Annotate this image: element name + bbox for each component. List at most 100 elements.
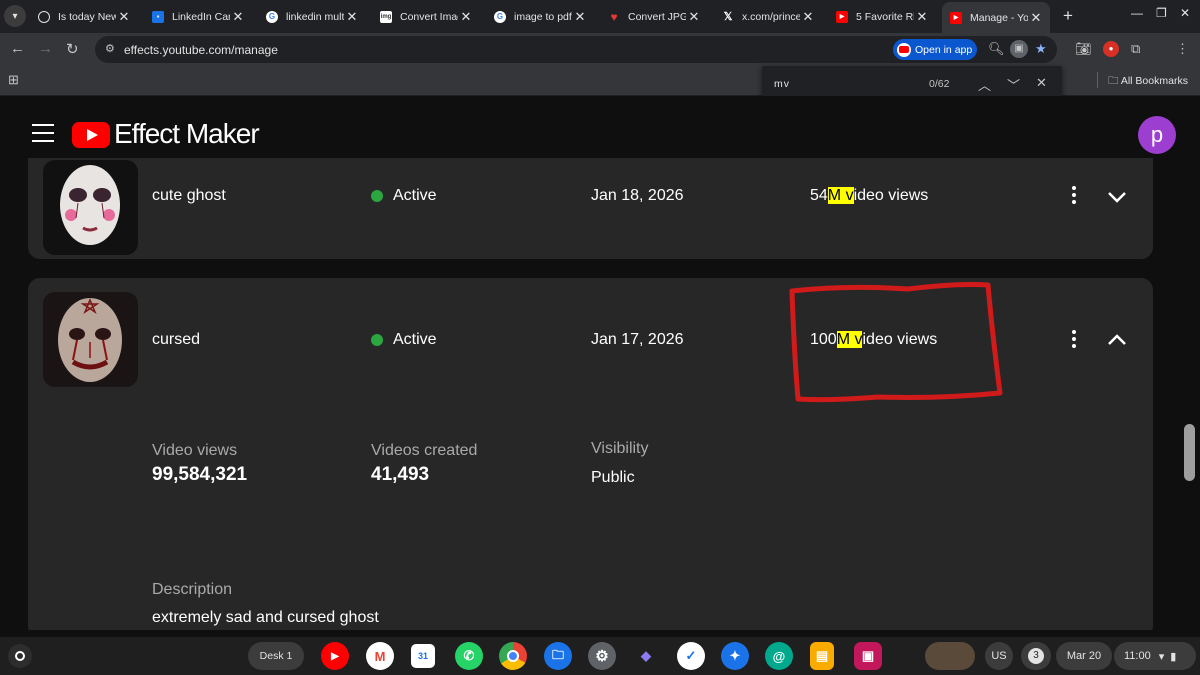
open-in-app-button[interactable]: Open in app [893, 39, 977, 60]
videos-created-label: Videos created [371, 442, 478, 459]
close-tab-icon[interactable]: ✕ [230, 9, 246, 25]
clipboard-check-icon[interactable]: ✓ [677, 642, 705, 670]
page-action-icon[interactable]: ▣ [1010, 40, 1028, 58]
tab[interactable]: ▶ 5 Favorite Rh ✕ [828, 4, 936, 29]
effect-row[interactable]: cute ghost Active Jan 18, 2026 54M video… [28, 158, 1153, 259]
tab[interactable]: ♥ Convert JPG ✕ [600, 4, 708, 29]
effect-name[interactable]: cute ghost [152, 187, 226, 205]
visibility-value: Public [591, 469, 635, 486]
google-icon: G [266, 10, 278, 23]
zoom-icon[interactable]: 🔍︎ [988, 41, 1005, 57]
time-tray[interactable]: 11:00 ▾ ▮ [1114, 642, 1196, 670]
chatgpt-icon [38, 10, 50, 23]
more-options-icon[interactable] [1068, 186, 1080, 206]
effect-date: Jan 18, 2026 [591, 187, 684, 204]
chevron-up-icon[interactable] [1106, 329, 1128, 351]
reload-icon[interactable]: ↻ [66, 40, 79, 58]
description-value: extremely sad and cursed ghost [152, 609, 379, 626]
browser-toolbar: ← → ↻ ⚙ effects.youtube.com/manage Open … [0, 33, 1200, 66]
page-scrollbar[interactable] [1184, 424, 1195, 481]
all-bookmarks-link[interactable]: 🗀︎ All Bookmarks [1108, 73, 1188, 91]
tab[interactable]: ▪ LinkedIn Carou ✕ [144, 4, 252, 29]
chevron-down-icon[interactable] [1106, 186, 1128, 208]
tab[interactable]: 𝕏 x.com/prince ✕ [714, 4, 822, 29]
tab-search-icon[interactable]: ▾ [4, 5, 26, 27]
files-icon[interactable]: 🗀︎ [544, 642, 572, 670]
effect-name[interactable]: cursed [152, 331, 200, 349]
copilot-icon[interactable]: @ [765, 642, 793, 670]
close-tab-icon[interactable]: ✕ [344, 9, 360, 25]
find-highlight: M v [836, 331, 863, 348]
tray-thumbnail[interactable] [925, 642, 975, 670]
calendar-icon[interactable]: 31 [411, 644, 435, 668]
linkedin-carousel-icon: ▪ [152, 10, 164, 23]
sheets-icon[interactable]: ▤ [810, 642, 834, 670]
avatar[interactable]: p [1138, 116, 1176, 154]
desk-button[interactable]: Desk 1 [248, 642, 304, 670]
tab[interactable]: Is today New ✕ [30, 4, 138, 29]
description-label: Description [152, 581, 233, 598]
whatsapp-icon[interactable]: ✆ [455, 642, 483, 670]
active-dot-icon [371, 334, 383, 346]
close-tab-icon[interactable]: ✕ [116, 9, 132, 25]
effect-date: Jan 17, 2026 [591, 331, 684, 348]
back-icon[interactable]: ← [10, 40, 25, 57]
youtube-icon: ▶ [836, 10, 848, 23]
chrome-icon[interactable] [499, 642, 527, 670]
find-next-icon[interactable]: ﹀ [1007, 75, 1020, 94]
x-logo-icon: 𝕏 [723, 11, 733, 23]
tab[interactable]: img Convert Imag ✕ [372, 4, 480, 29]
gmail-icon[interactable]: M [366, 642, 394, 670]
settings-gear-icon[interactable]: ⚙ [588, 642, 616, 670]
youtube-icon[interactable]: ▶ [321, 642, 349, 670]
notification-badge: 3 [1028, 648, 1044, 664]
photo-editor-icon[interactable]: ▣ [854, 642, 882, 670]
close-tab-icon[interactable]: ✕ [914, 9, 930, 25]
more-menu-icon[interactable]: ⋮ [1176, 41, 1189, 57]
tab-title: Is today New [58, 10, 116, 23]
youtube-logo-icon[interactable] [72, 122, 110, 148]
forward-icon[interactable]: → [38, 40, 53, 57]
extension-red-icon[interactable]: ● [1103, 41, 1119, 57]
new-tab-icon[interactable]: + [1063, 6, 1073, 26]
video-views-value: 99,584,321 [152, 464, 248, 485]
views-text: 100 [810, 331, 837, 348]
bookmark-star-icon[interactable]: ★ [1035, 41, 1047, 57]
effect-row-expanded[interactable]: cursed Active Jan 17, 2026 100M video vi… [28, 278, 1153, 630]
close-window-icon[interactable]: ✕ [1180, 6, 1190, 20]
launcher-icon[interactable] [8, 644, 32, 668]
extensions-puzzle-icon[interactable]: ⧉ [1131, 41, 1140, 57]
gemini-icon[interactable]: ✦ [721, 642, 749, 670]
views-text: ideo views [862, 331, 938, 348]
find-close-icon[interactable]: ✕ [1036, 75, 1047, 91]
status-text: Active [393, 331, 437, 348]
minimize-icon[interactable]: — [1131, 6, 1143, 20]
menu-icon[interactable] [32, 124, 54, 148]
date-tray[interactable]: Mar 20 [1056, 642, 1112, 670]
close-tab-icon[interactable]: ✕ [1028, 10, 1044, 26]
find-input[interactable]: mv [774, 78, 790, 90]
notification-count[interactable]: 3 [1021, 642, 1051, 670]
close-tab-icon[interactable]: ✕ [458, 9, 474, 25]
find-previous-icon[interactable]: ︿ [978, 75, 991, 94]
youtube-icon [897, 42, 911, 57]
restore-icon[interactable]: ❐ [1156, 6, 1167, 20]
find-highlight: M v [827, 187, 854, 204]
url-text[interactable]: effects.youtube.com/manage [124, 43, 278, 57]
site-info-icon[interactable]: ⚙ [105, 42, 115, 55]
address-bar[interactable]: ⚙ effects.youtube.com/manage Open in app… [95, 36, 1057, 63]
apps-grid-icon[interactable]: ⊞ [8, 72, 19, 88]
tab[interactable]: G linkedin multi ✕ [258, 4, 366, 29]
os-shelf: Desk 1 ▶ M 31 ✆ 🗀︎ ⚙ ◆ ✓ ✦ @ ▤ ▣ US 3 Ma… [0, 637, 1200, 675]
keyboard-layout[interactable]: US [985, 642, 1013, 670]
views-text: 54 [810, 187, 828, 204]
ethereum-icon[interactable]: ◆ [632, 642, 660, 670]
tab-active[interactable]: ▶ Manage - You ✕ [942, 2, 1050, 33]
app-title[interactable]: Effect Maker [114, 118, 260, 150]
close-tab-icon[interactable]: ✕ [572, 9, 588, 25]
close-tab-icon[interactable]: ✕ [686, 9, 702, 25]
camera-icon[interactable]: 📷︎ [1075, 41, 1092, 57]
close-tab-icon[interactable]: ✕ [800, 9, 816, 25]
tab[interactable]: G image to pdf ✕ [486, 4, 594, 29]
more-options-icon[interactable] [1068, 330, 1080, 350]
